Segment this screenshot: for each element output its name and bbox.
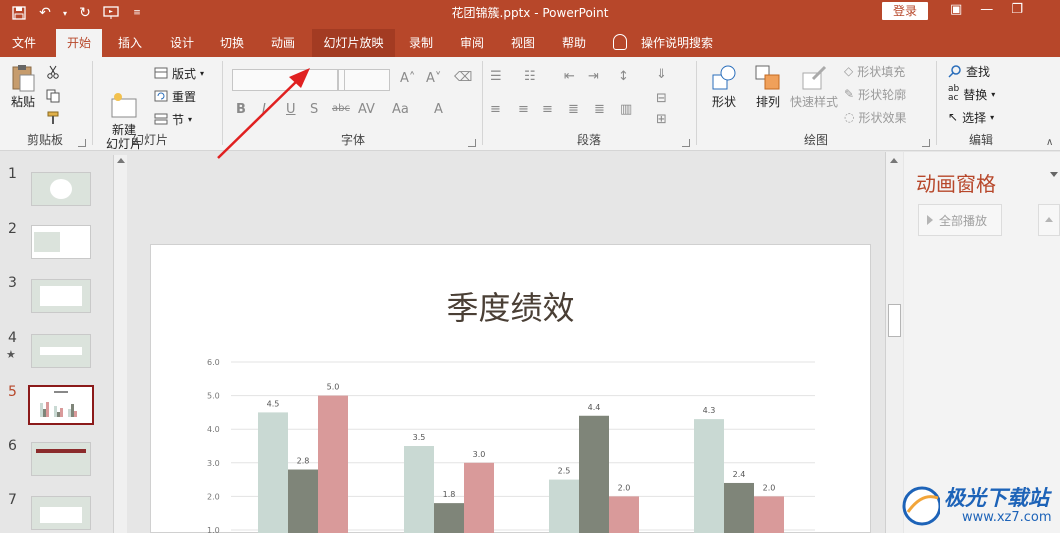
watermark-icon xyxy=(902,486,940,526)
annotation-arrow xyxy=(217,68,310,159)
watermark-logo: 极光下载站 www.xz7.com xyxy=(900,478,1060,533)
watermark-text: 极光下载站 xyxy=(944,486,1049,510)
watermark-url: www.xz7.com xyxy=(962,510,1052,525)
